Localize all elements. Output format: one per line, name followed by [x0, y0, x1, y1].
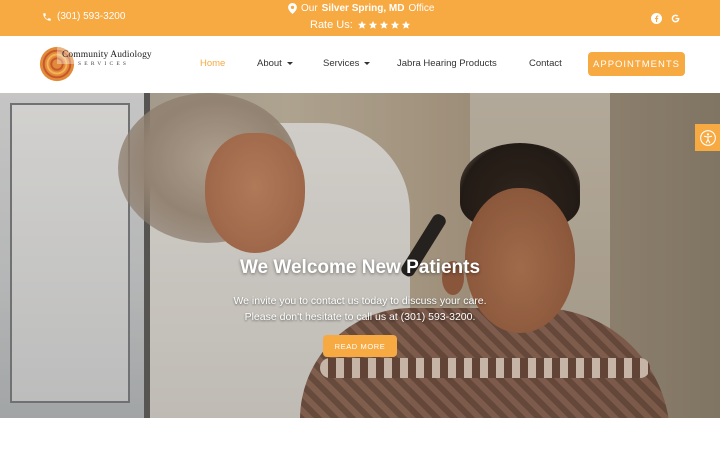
hero-title: We Welcome New Patients	[239, 257, 481, 278]
logo-title: Community Audiology	[62, 50, 152, 60]
star-icon[interactable]	[390, 20, 400, 30]
star-icon[interactable]	[379, 20, 389, 30]
social-links	[651, 11, 681, 24]
nav-label-services: Services	[323, 58, 360, 69]
phone-number: (301) 593-3200	[57, 11, 126, 22]
star-icon[interactable]	[368, 20, 378, 30]
nav-item-jabra[interactable]: Jabra Hearing Products	[397, 58, 497, 69]
map-pin-icon	[288, 3, 297, 14]
office-suffix: Office	[408, 3, 435, 14]
nav-label-jabra: Jabra Hearing Products	[397, 58, 497, 69]
office-city[interactable]: Silver Spring, MD	[322, 3, 405, 14]
google-icon[interactable]	[670, 11, 681, 23]
rate-us[interactable]: Rate Us:	[310, 19, 411, 31]
nav-item-home[interactable]: Home	[200, 58, 225, 69]
nav-item-about[interactable]: About	[257, 58, 293, 69]
office-location: Our Silver Spring, MD Office	[288, 3, 434, 14]
rating-stars[interactable]	[357, 20, 411, 30]
main-navigation: Community Audiology SERVICES Home About …	[0, 36, 720, 93]
facebook-icon[interactable]	[651, 11, 662, 24]
nav-label-about: About	[257, 58, 282, 69]
hero-text-line-2: Please don't hesitate to call us at (301…	[244, 311, 476, 323]
caret-down-icon	[364, 62, 371, 65]
top-bar: (301) 593-3200 Our Silver Spring, MD Off…	[0, 0, 720, 36]
hero-text-line-1: We invite you to contact us today to dis…	[233, 295, 487, 307]
read-more-button[interactable]: READ MORE	[323, 335, 397, 357]
nav-label-home: Home	[200, 58, 226, 69]
nav-item-services[interactable]: Services	[323, 58, 371, 69]
star-icon[interactable]	[401, 20, 411, 30]
logo-text: Community Audiology SERVICES	[62, 50, 152, 67]
office-prefix: Our	[301, 3, 318, 14]
star-icon[interactable]	[357, 20, 367, 30]
nav-item-contact[interactable]: Contact	[529, 58, 562, 69]
hero-banner: We Welcome New Patients We invite you to…	[0, 93, 720, 418]
caret-down-icon	[286, 62, 293, 65]
appointments-button[interactable]: APPOINTMENTS	[588, 52, 685, 76]
phone-icon	[43, 12, 51, 21]
hero-overlay	[0, 93, 720, 418]
rate-label: Rate Us:	[310, 19, 353, 31]
accessibility-icon	[699, 129, 716, 146]
accessibility-button[interactable]	[695, 124, 720, 151]
site-logo[interactable]: Community Audiology SERVICES	[38, 44, 168, 84]
logo-subtitle: SERVICES	[78, 61, 130, 67]
nav-label-contact: Contact	[529, 58, 562, 69]
phone-link[interactable]: (301) 593-3200	[42, 11, 125, 22]
